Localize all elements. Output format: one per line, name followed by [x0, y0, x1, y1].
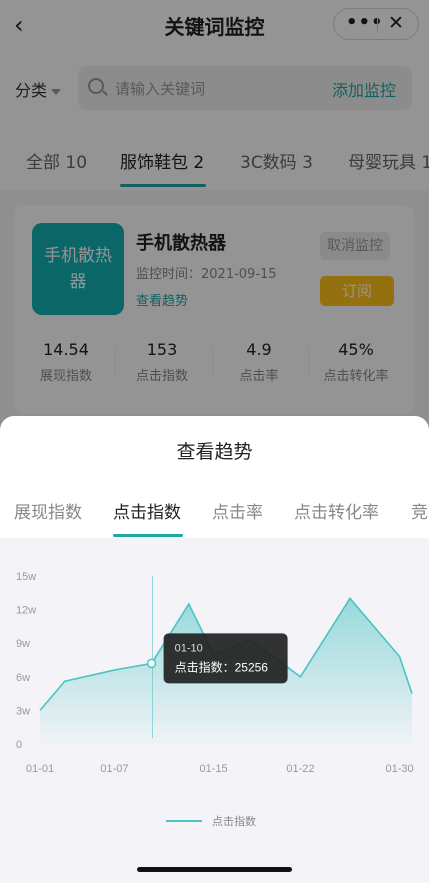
y-tick-label: 6w: [16, 672, 30, 684]
metric-tabs: 展现指数 点击指数 点击率 点击转化率 竞: [0, 486, 429, 538]
y-tick-label: 3w: [16, 705, 30, 717]
y-tick-label: 9w: [16, 638, 30, 650]
sheet-title: 查看趋势: [176, 441, 253, 463]
tab-impression-index[interactable]: 展现指数: [14, 498, 82, 523]
y-tick-label: 12w: [16, 605, 36, 617]
x-tick-label: 01-15: [200, 763, 228, 775]
trend-chart[interactable]: 0 3w 6w 9w 12w 15w 01-01 01-07 01-15 01-22 01-30 01…: [0, 538, 429, 883]
x-tick-label: 01-30: [386, 763, 414, 775]
tab-ctr[interactable]: 点击率: [212, 498, 263, 523]
x-tick-label: 01-07: [100, 763, 128, 775]
trend-bottom-sheet: 查看趋势 展现指数 点击指数 点击率 点击转化率 竞 0 3w 6w 9w 12w 15w…: [0, 416, 429, 883]
tooltip-date: 01-10: [175, 642, 203, 654]
y-tick-label: 0: [16, 739, 22, 751]
tab-competition[interactable]: 竞: [411, 498, 428, 523]
x-tick-label: 01-01: [26, 763, 54, 775]
highlighted-point[interactable]: [146, 658, 157, 669]
y-tick-label: 15w: [16, 571, 36, 583]
home-indicator: [137, 867, 292, 872]
x-tick-label: 01-22: [286, 763, 314, 775]
active-metric-indicator: [113, 534, 183, 537]
chart-panel: 0 3w 6w 9w 12w 15w 01-01 01-07 01-15 01-22 01-30 01…: [0, 538, 429, 883]
tab-conversion-rate[interactable]: 点击转化率: [294, 498, 379, 523]
tooltip-box: [163, 633, 288, 684]
tooltip-value: 点击指数：25256: [175, 659, 269, 674]
tab-click-index[interactable]: 点击指数: [113, 498, 181, 523]
legend-label: 点击指数: [212, 814, 256, 828]
